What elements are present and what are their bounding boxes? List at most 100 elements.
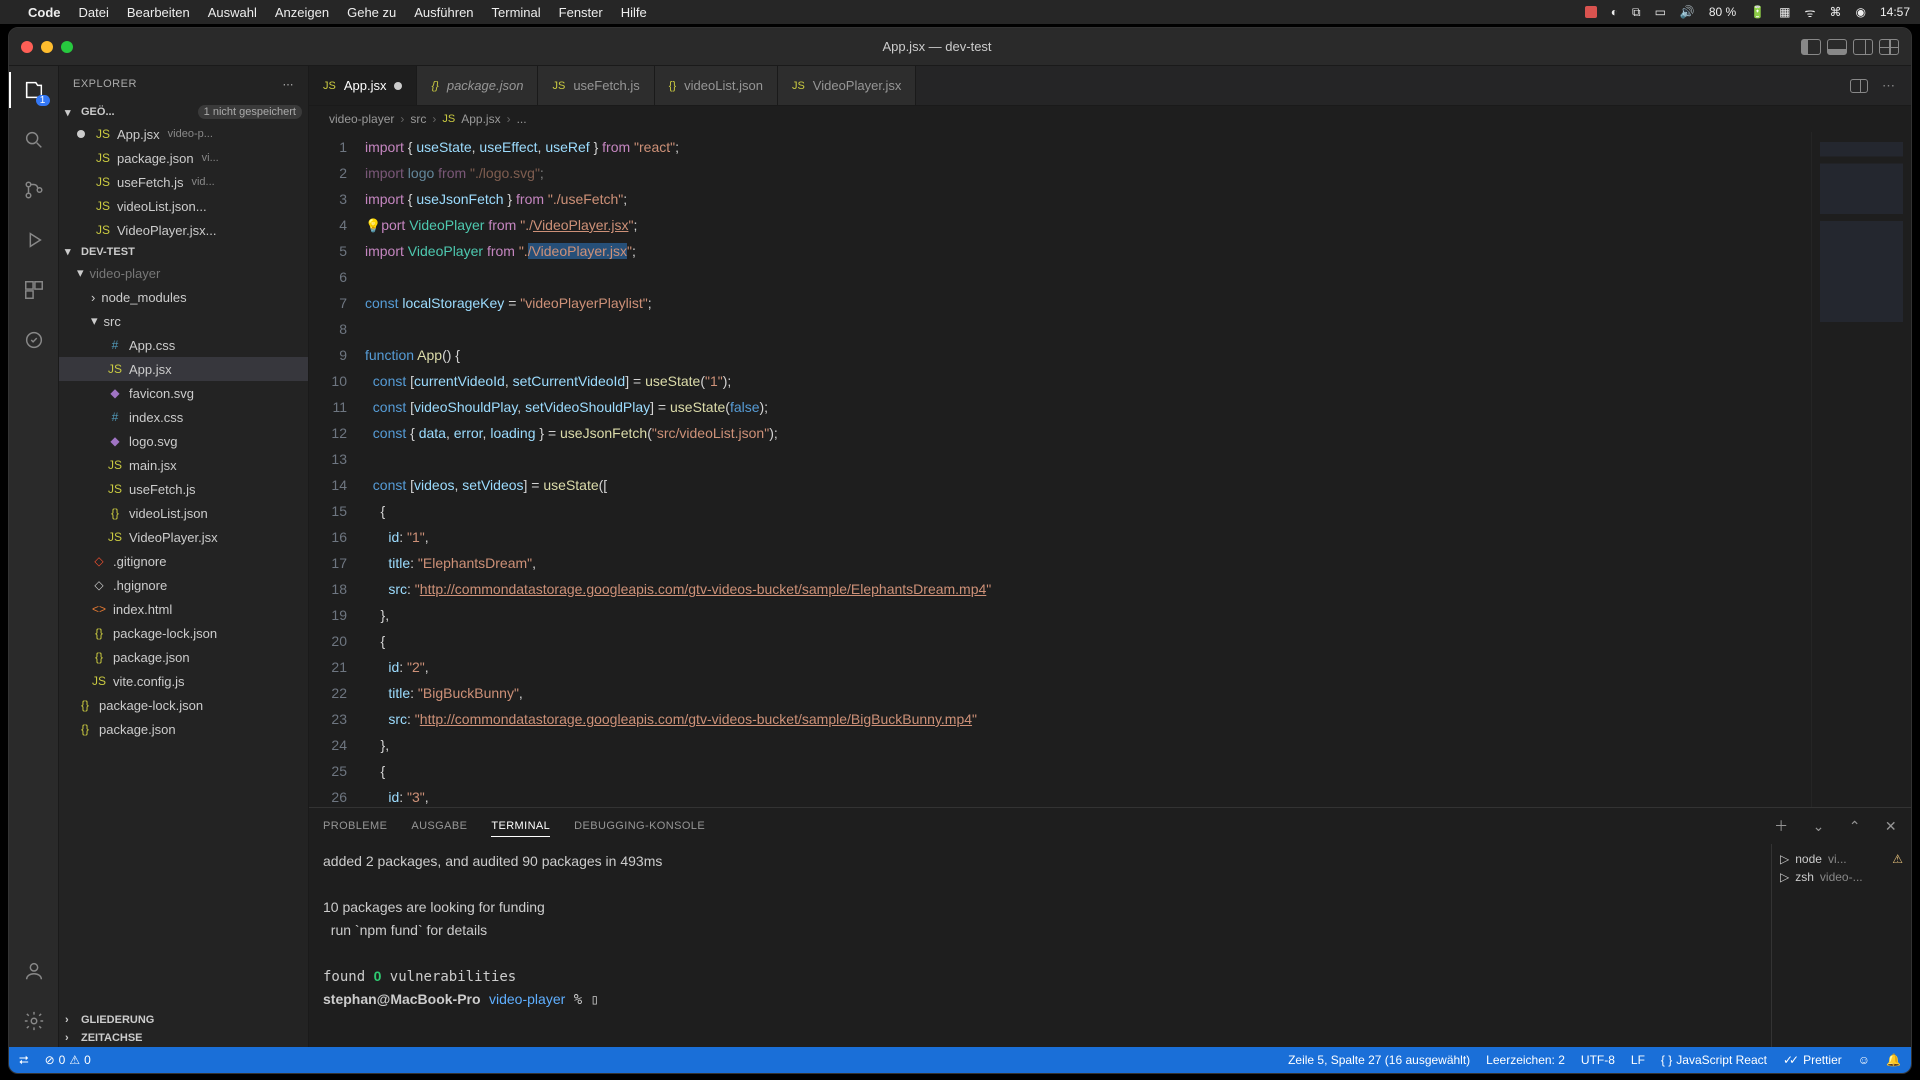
accounts-icon[interactable] <box>20 957 48 985</box>
outline-header[interactable]: › GLIEDERUNG <box>59 1011 308 1029</box>
menu-help[interactable]: Hilfe <box>621 5 647 20</box>
tree-item[interactable]: {}package.json <box>59 645 308 669</box>
tree-item[interactable]: ◇.hgignore <box>59 573 308 597</box>
new-terminal-icon[interactable]: ＋ <box>1774 816 1788 836</box>
status-language[interactable]: { } JavaScript React <box>1661 1053 1767 1067</box>
run-debug-icon[interactable] <box>20 226 48 254</box>
spotlight-icon[interactable]: ◐ <box>1611 5 1618 19</box>
tree-item[interactable]: JSApp.jsx <box>59 357 308 381</box>
tree-item[interactable]: {}package.json <box>59 717 308 741</box>
editor-tab[interactable]: {}videoList.json <box>655 66 778 105</box>
explorer-icon[interactable]: 1 <box>20 76 48 104</box>
tree-item[interactable]: #index.css <box>59 405 308 429</box>
explorer-more-icon[interactable]: ⋯ <box>283 78 295 91</box>
open-editor-item[interactable]: JSApp.jsxvideo-p... <box>59 122 308 146</box>
terminal-dropdown-icon[interactable]: ⌄ <box>1813 818 1825 835</box>
control-center-icon[interactable]: ⌘ <box>1829 5 1841 19</box>
siri-icon[interactable]: ◉ <box>1855 5 1865 19</box>
menu-terminal[interactable]: Terminal <box>492 5 541 20</box>
battery-icon[interactable]: 🔋 <box>1750 5 1765 19</box>
tray2-icon[interactable]: ▦ <box>1779 5 1790 19</box>
window-zoom-icon[interactable] <box>61 41 73 53</box>
menu-edit[interactable]: Bearbeiten <box>127 5 190 20</box>
menu-run[interactable]: Ausführen <box>414 5 473 20</box>
panel-tab-debug[interactable]: DEBUGGING-KONSOLE <box>574 816 705 836</box>
toggle-sidebar-icon[interactable] <box>1801 39 1821 55</box>
editor-tab[interactable]: {}package.json <box>417 66 538 105</box>
code-area[interactable]: import { useState, useEffect, useRef } f… <box>365 132 1811 807</box>
recording-indicator-icon[interactable] <box>1585 6 1597 18</box>
window-minimize-icon[interactable] <box>41 41 53 53</box>
status-prettier[interactable]: Prettier <box>1783 1053 1842 1067</box>
status-bell-icon[interactable]: 🔔 <box>1886 1053 1901 1067</box>
status-encoding[interactable]: UTF-8 <box>1581 1053 1615 1067</box>
status-cursor[interactable]: Zeile 5, Spalte 27 (16 ausgewählt) <box>1288 1053 1470 1067</box>
menu-file[interactable]: Datei <box>79 5 109 20</box>
editor-tab[interactable]: JSVideoPlayer.jsx <box>778 66 917 105</box>
live-share-icon[interactable] <box>20 326 48 354</box>
search-icon[interactable] <box>20 126 48 154</box>
tree-item[interactable]: ◆logo.svg <box>59 429 308 453</box>
layout-icon[interactable] <box>1879 39 1899 55</box>
settings-icon[interactable] <box>20 1007 48 1035</box>
project-header[interactable]: ▾ DEV-TEST <box>59 242 308 261</box>
status-eol[interactable]: LF <box>1631 1053 1645 1067</box>
toggle-panel-icon[interactable] <box>1827 39 1847 55</box>
maximize-panel-icon[interactable]: ⌃ <box>1849 818 1861 835</box>
volume-icon[interactable]: 🔊 <box>1680 5 1695 19</box>
open-editors-header[interactable]: ▾ GEÖ... 1 nicht gespeichert <box>59 102 308 122</box>
tree-item[interactable]: JSmain.jsx <box>59 453 308 477</box>
app-name[interactable]: Code <box>28 5 61 20</box>
menu-selection[interactable]: Auswahl <box>208 5 257 20</box>
wifi-icon[interactable]: ᯤ <box>1805 4 1816 21</box>
status-errors[interactable]: ⊘ 0 ⚠ 0 <box>45 1053 91 1067</box>
tree-item[interactable]: JSvite.config.js <box>59 669 308 693</box>
source-control-icon[interactable] <box>20 176 48 204</box>
tree-item[interactable]: ▾video-player <box>59 261 308 285</box>
tree-item[interactable]: JSuseFetch.js <box>59 477 308 501</box>
tree-item[interactable]: #App.css <box>59 333 308 357</box>
display-icon[interactable]: ▭ <box>1655 5 1666 19</box>
open-editor-item[interactable]: JSpackage.jsonvi... <box>59 146 308 170</box>
breadcrumb[interactable]: video-player› src› JS App.jsx› ... <box>309 106 1911 132</box>
close-panel-icon[interactable]: ✕ <box>1885 818 1897 835</box>
tree-item[interactable]: ◇.gitignore <box>59 549 308 573</box>
status-remote-icon[interactable]: ⮂ <box>19 1053 29 1068</box>
terminal[interactable]: added 2 packages, and audited 90 package… <box>309 844 1771 1047</box>
editor-tabs: JSApp.jsx{}package.jsonJSuseFetch.js{}vi… <box>309 66 1911 106</box>
clock[interactable]: 14:57 <box>1880 5 1910 19</box>
tree-item[interactable]: {}package-lock.json <box>59 693 308 717</box>
status-feedback-icon[interactable]: ☺ <box>1858 1053 1870 1067</box>
editor[interactable]: 1234567891011121314151617181920212223242… <box>309 132 1911 807</box>
terminal-session[interactable]: ▷node vi...⚠ <box>1780 850 1903 868</box>
timeline-header[interactable]: › ZEITACHSE <box>59 1029 308 1047</box>
panel-tab-output[interactable]: AUSGABE <box>411 816 467 836</box>
tree-item[interactable]: JSVideoPlayer.jsx <box>59 525 308 549</box>
tree-item[interactable]: {}videoList.json <box>59 501 308 525</box>
panel-tab-problems[interactable]: PROBLEME <box>323 816 387 836</box>
toggle-secondary-icon[interactable] <box>1853 39 1873 55</box>
open-editor-item[interactable]: JSuseFetch.jsvid... <box>59 170 308 194</box>
tab-more-icon[interactable]: ⋯ <box>1882 78 1895 94</box>
editor-tab[interactable]: JSApp.jsx <box>309 66 417 105</box>
tree-item[interactable]: ›node_modules <box>59 285 308 309</box>
tree-item[interactable]: <>index.html <box>59 597 308 621</box>
window-close-icon[interactable] <box>21 41 33 53</box>
minimap[interactable] <box>1811 132 1911 807</box>
menu-go[interactable]: Gehe zu <box>347 5 396 20</box>
terminal-session[interactable]: ▷zsh video-... <box>1780 868 1903 886</box>
menu-view[interactable]: Anzeigen <box>275 5 329 20</box>
extensions-icon[interactable] <box>20 276 48 304</box>
open-editor-item[interactable]: JSvideoList.json... <box>59 194 308 218</box>
open-editor-item[interactable]: JSVideoPlayer.jsx... <box>59 218 308 242</box>
tray-icon[interactable]: ⧉ <box>1632 5 1641 20</box>
tree-item[interactable]: {}package-lock.json <box>59 621 308 645</box>
editor-tab[interactable]: JSuseFetch.js <box>538 66 654 105</box>
tree-item[interactable]: ▾src <box>59 309 308 333</box>
split-editor-icon[interactable] <box>1850 79 1868 93</box>
status-spaces[interactable]: Leerzeichen: 2 <box>1486 1053 1565 1067</box>
menu-window[interactable]: Fenster <box>559 5 603 20</box>
tree-item[interactable]: ◆favicon.svg <box>59 381 308 405</box>
panel-tab-terminal[interactable]: TERMINAL <box>491 816 550 837</box>
battery-percent[interactable]: 80 % <box>1709 5 1736 19</box>
